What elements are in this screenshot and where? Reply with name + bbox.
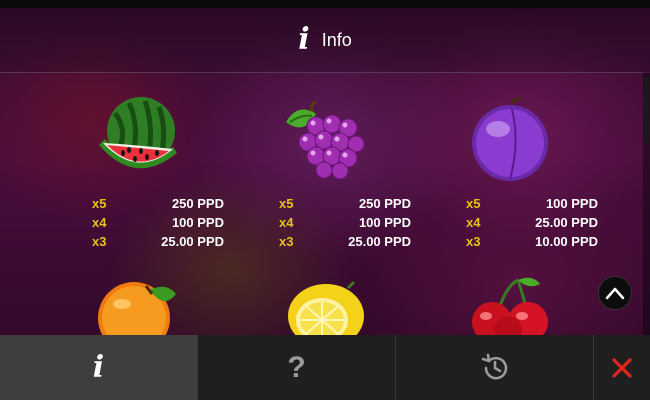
paytable-watermelon: x5 250 PPD x4 100 PPD x3 25.00 PPD: [92, 194, 232, 251]
plum-icon: [468, 95, 552, 192]
watermelon-icon: [95, 95, 179, 192]
multiplier: x3: [466, 234, 481, 249]
payout-value: 250 PPD: [358, 196, 411, 211]
payout-row: x3 25.00 PPD: [279, 232, 419, 251]
multiplier: x5: [466, 196, 481, 211]
payout-value: 100 PPD: [171, 215, 224, 230]
top-edge-bar: [0, 0, 650, 8]
orange-icon: [96, 280, 182, 354]
paytable-plum: x5 100 PPD x4 25.00 PPD x3 10.00 PPD: [466, 194, 606, 251]
close-icon: [612, 357, 632, 378]
payout-row: x5 250 PPD: [279, 194, 419, 213]
payout-row: x5 250 PPD: [92, 194, 232, 213]
lemon-icon: [282, 280, 368, 348]
payout-row: x4 25.00 PPD: [466, 213, 606, 232]
info-tab[interactable]: i: [0, 335, 198, 400]
history-icon: [481, 353, 507, 379]
info-header: i Info: [0, 8, 650, 73]
multiplier: x5: [92, 196, 107, 211]
multiplier: x5: [279, 196, 294, 211]
multiplier: x3: [279, 234, 294, 249]
payout-value: 250 PPD: [171, 196, 224, 211]
multiplier: x4: [92, 215, 107, 230]
info-icon: i: [92, 350, 105, 385]
multiplier: x4: [279, 215, 294, 230]
bottom-tab-bar: i ?: [0, 335, 650, 400]
payout-row: x3 10.00 PPD: [466, 232, 606, 251]
help-icon: ?: [287, 350, 306, 384]
payout-value: 100 PPD: [545, 196, 598, 211]
payout-row: x4 100 PPD: [279, 213, 419, 232]
grapes-icon: [280, 100, 370, 187]
scrollbar-thumb[interactable]: [644, 76, 649, 144]
close-tab[interactable]: [594, 335, 650, 400]
payout-value: 25.00 PPD: [348, 234, 411, 249]
payout-row: x3 25.00 PPD: [92, 232, 232, 251]
multiplier: x3: [92, 234, 107, 249]
info-icon: i: [298, 22, 310, 57]
payout-value: 100 PPD: [358, 215, 411, 230]
scroll-up-button[interactable]: [598, 276, 632, 310]
cherries-icon: [468, 276, 554, 344]
payout-value: 10.00 PPD: [535, 234, 598, 249]
payout-value: 25.00 PPD: [161, 234, 224, 249]
history-tab[interactable]: [396, 335, 594, 400]
payout-row: x5 100 PPD: [466, 194, 606, 213]
paytable-grapes: x5 250 PPD x4 100 PPD x3 25.00 PPD: [279, 194, 419, 251]
payout-row: x4 100 PPD: [92, 213, 232, 232]
chevron-up-icon: [605, 287, 625, 300]
page-title: Info: [321, 29, 352, 50]
payout-value: 25.00 PPD: [535, 215, 598, 230]
multiplier: x4: [466, 215, 481, 230]
help-tab[interactable]: ?: [198, 335, 396, 400]
